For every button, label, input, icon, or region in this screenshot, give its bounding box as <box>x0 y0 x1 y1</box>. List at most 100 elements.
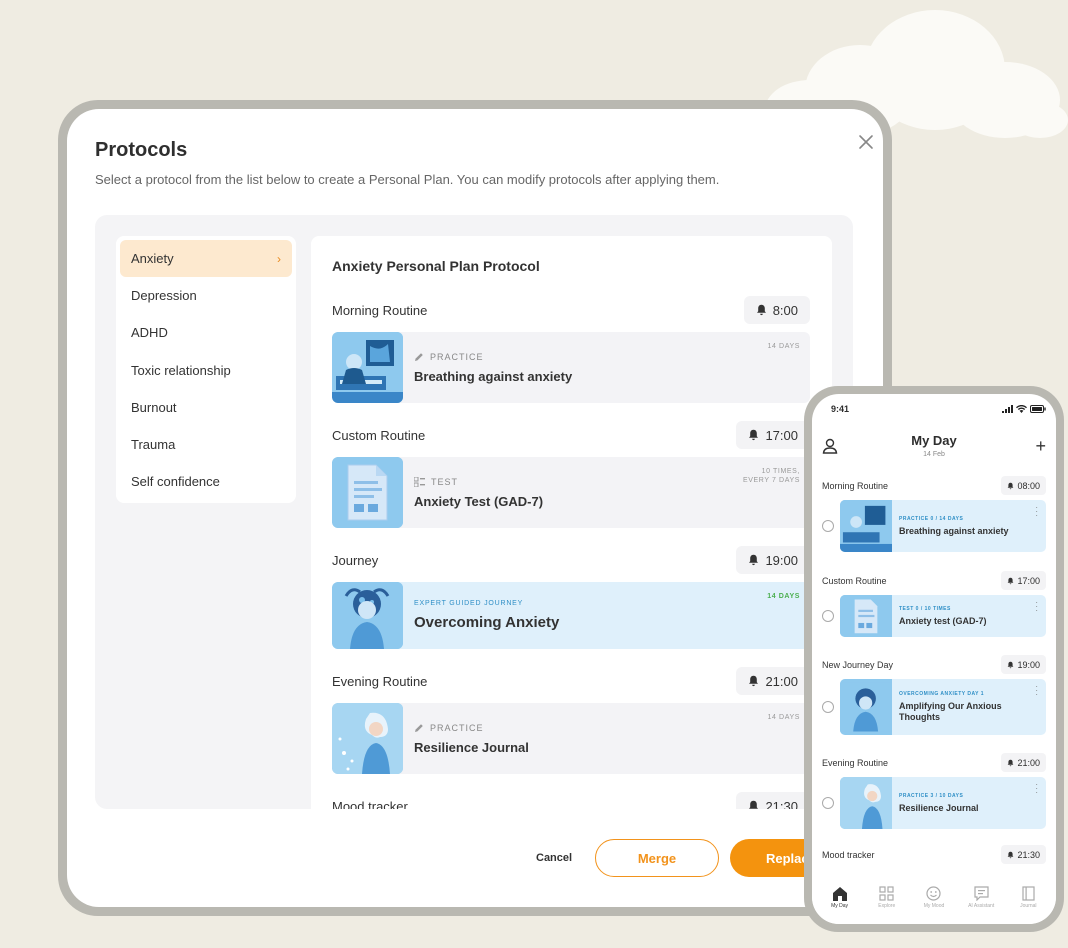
complete-checkbox[interactable] <box>822 520 834 532</box>
tab-bar: My Day Explore My Mood AI Assistant Jour… <box>812 876 1056 924</box>
tab-ai-assistant[interactable]: AI Assistant <box>959 876 1003 924</box>
time-pill[interactable]: 19:00 <box>1001 655 1046 674</box>
category-item-depression[interactable]: Depression <box>120 277 292 314</box>
category-label: Anxiety <box>131 251 174 267</box>
time-value: 17:00 <box>765 427 798 443</box>
bell-icon <box>749 800 759 809</box>
section-name: Evening Routine <box>332 673 428 689</box>
time-value: 08:00 <box>1017 480 1040 491</box>
activity-card[interactable]: TEST 0 / 10 TIMES Anxiety test (GAD-7) · ·… <box>840 595 1046 637</box>
time-value: 21:30 <box>1017 849 1040 860</box>
bell-icon <box>749 429 759 441</box>
card-name: Overcoming Anxiety <box>414 614 560 631</box>
smiley-icon <box>926 886 942 901</box>
card-type: EXPERT GUIDED JOURNEY <box>414 600 524 607</box>
card-name: Anxiety Test (GAD-7) <box>414 493 544 509</box>
section-name: New Journey Day <box>822 659 894 670</box>
activity-card[interactable]: PRACTICE 0 / 14 DAYS Breathing against an… <box>840 500 1046 552</box>
time-pill[interactable]: 17:00 <box>736 421 810 449</box>
card-type: PRACTICE 3 / 10 DAYS <box>899 792 964 799</box>
tab-my-day[interactable]: My Day <box>818 876 862 924</box>
section-name: Morning Routine <box>822 480 889 491</box>
list-icon <box>414 476 425 487</box>
time-pill[interactable]: 21:00 <box>736 667 810 695</box>
tab-my-mood[interactable]: My Mood <box>912 876 956 924</box>
status-time: 9:41 <box>831 404 850 414</box>
complete-checkbox[interactable] <box>822 797 834 809</box>
section-journey: Journey 19:00 EXPERT GUIDED JOURNEY Over… <box>332 546 810 649</box>
complete-checkbox[interactable] <box>822 701 834 713</box>
phone-frame: 9:41 My Day 14 Feb + Morning Routine 08:0… <box>804 386 1064 932</box>
time-pill[interactable]: 21:30 <box>736 792 810 809</box>
category-label: Toxic relationship <box>131 362 231 378</box>
signal-icon <box>1002 405 1013 413</box>
category-label: Depression <box>131 288 197 304</box>
journey-card[interactable]: EXPERT GUIDED JOURNEY Overcoming Anxiety… <box>332 582 810 649</box>
activity-card[interactable]: TEST Anxiety Test (GAD-7) 10 TIMES, EVERY… <box>332 457 810 528</box>
time-value: 21:30 <box>765 798 798 810</box>
section-custom-routine: Custom Routine 17:00 TEST Anxiety Test (… <box>332 421 810 528</box>
section-name: Evening Routine <box>822 757 889 768</box>
more-icon[interactable]: · · · <box>1035 504 1038 520</box>
time-pill[interactable]: 21:00 <box>1001 753 1046 772</box>
complete-checkbox[interactable] <box>822 610 834 622</box>
cancel-button[interactable]: Cancel <box>536 852 572 864</box>
category-item-adhd[interactable]: ADHD <box>120 314 292 351</box>
protocols-dialog: Protocols Select a protocol from the lis… <box>67 109 883 907</box>
bell-icon <box>1008 759 1014 766</box>
card-name: Amplifying Our Anxious Thoughts <box>899 701 1002 722</box>
more-icon[interactable]: · · · <box>1035 781 1038 797</box>
battery-icon <box>1030 405 1046 413</box>
category-item-self-confidence[interactable]: Self confidence <box>120 463 292 500</box>
merge-button[interactable]: Merge <box>595 839 719 877</box>
tab-explore[interactable]: Explore <box>865 876 909 924</box>
time-value: 19:00 <box>1017 659 1040 670</box>
time-pill[interactable]: 21:30 <box>1001 845 1046 864</box>
category-item-burnout[interactable]: Burnout <box>120 389 292 426</box>
pencil-icon <box>415 352 423 361</box>
card-frequency-line-1: 10 TIMES, <box>761 468 800 475</box>
ph-section-mood-tracker: Mood tracker 21:30 <box>822 845 1046 864</box>
time-value: 19:00 <box>765 552 798 568</box>
time-pill[interactable]: 17:00 <box>1001 571 1046 590</box>
bell-icon <box>1008 851 1014 858</box>
more-icon[interactable]: · · · <box>1035 599 1038 615</box>
section-name: Mood tracker <box>332 798 408 810</box>
chevron-right-icon: › <box>277 251 281 266</box>
dialog-subtitle: Select a protocol from the list below to… <box>95 172 720 187</box>
close-icon[interactable] <box>857 133 875 151</box>
tab-label: My Day <box>831 903 849 909</box>
chat-icon <box>974 886 989 901</box>
activity-card[interactable]: PRACTICE Resilience Journal 14 DAYS <box>332 703 810 774</box>
card-image <box>332 332 403 403</box>
more-icon[interactable]: · · · <box>1035 683 1038 699</box>
ph-section-custom-routine: Custom Routine 17:00 TEST 0 / 10 TIMES Anx… <box>822 571 1046 637</box>
add-icon[interactable]: + <box>1035 436 1046 457</box>
card-image <box>332 457 403 528</box>
journey-card[interactable]: OVERCOMING ANXIETY DAY 1 Amplifying Our A… <box>840 679 1046 735</box>
time-pill[interactable]: 19:00 <box>736 546 810 574</box>
card-type: PRACTICE 0 / 14 DAYS <box>899 515 964 522</box>
tab-label: My Mood <box>923 903 945 909</box>
activity-card[interactable]: PRACTICE Breathing against anxiety 14 DA… <box>332 332 810 403</box>
card-frequency: 10 TIMES, EVERY 7 DAYS <box>743 467 800 485</box>
category-item-anxiety[interactable]: Anxiety › <box>120 240 292 278</box>
time-pill[interactable]: 08:00 <box>1001 476 1046 495</box>
section-evening-routine: Evening Routine 21:00 PRACTICE Resilienc… <box>332 667 810 774</box>
time-pill[interactable]: 8:00 <box>743 296 810 324</box>
plan-title: Anxiety Personal Plan Protocol <box>332 258 540 274</box>
bell-icon <box>1008 577 1014 584</box>
section-mood-tracker: Mood tracker 21:30 <box>332 792 810 809</box>
card-name: Resilience Journal <box>414 739 529 755</box>
tab-journal[interactable]: Journal <box>1006 876 1050 924</box>
activity-card[interactable]: PRACTICE 3 / 10 DAYS Resilience Journal ·… <box>840 777 1046 829</box>
bell-icon <box>1008 482 1014 489</box>
category-item-trauma[interactable]: Trauma <box>120 426 292 463</box>
tab-label: AI Assistant <box>968 903 995 909</box>
my-day-header: My Day 14 Feb + <box>812 424 1056 464</box>
ph-section-evening-routine: Evening Routine 21:00 PRACTICE 3 / 10 DAY… <box>822 753 1046 829</box>
section-name: Custom Routine <box>332 427 426 443</box>
category-item-toxic-relationship[interactable]: Toxic relationship <box>120 352 292 389</box>
grid-icon <box>879 886 894 901</box>
card-duration: 14 DAYS <box>767 714 800 721</box>
